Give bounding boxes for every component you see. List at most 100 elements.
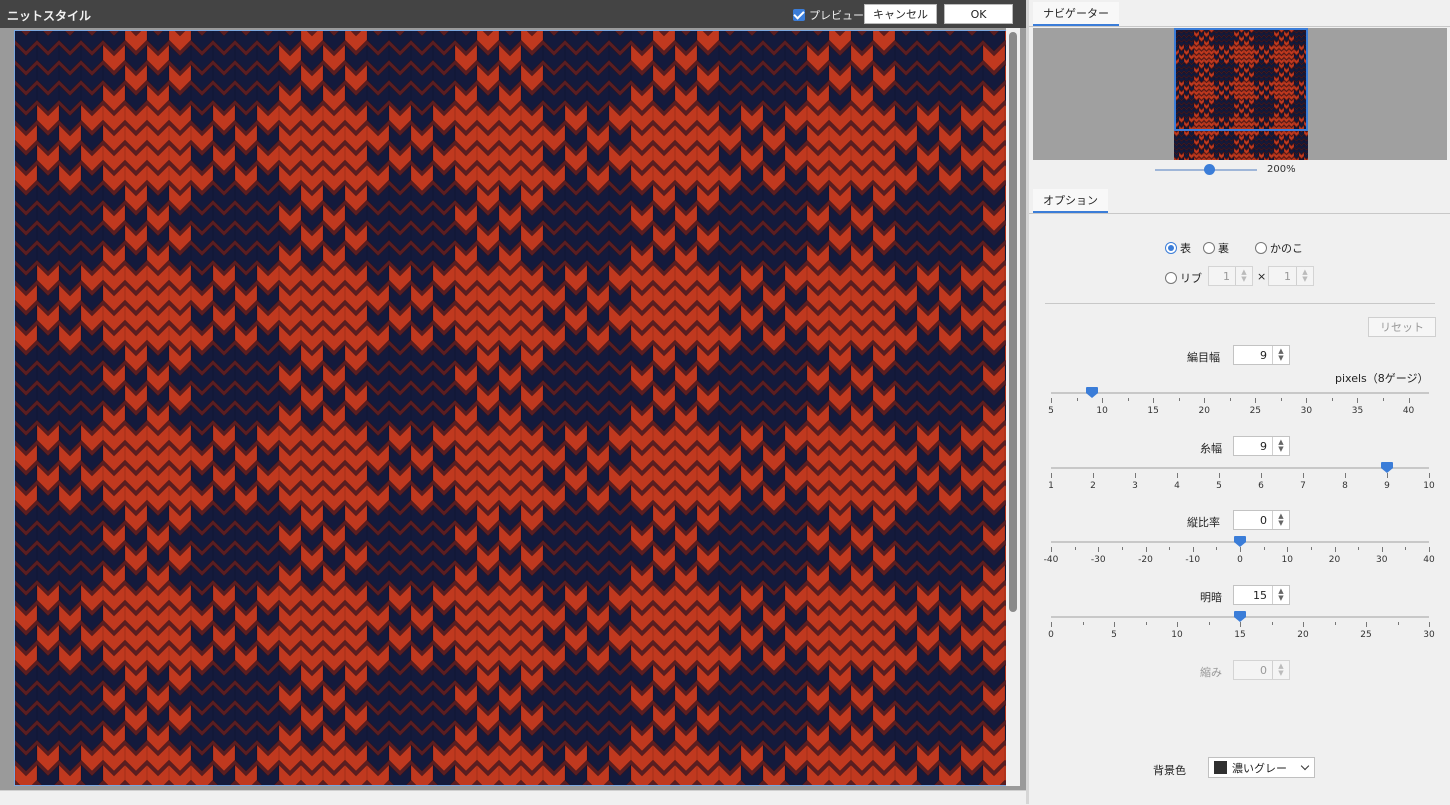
brightness-slider[interactable]: 0 5 10 15 20 25 30 xyxy=(1048,611,1435,647)
slider-tick xyxy=(1429,473,1430,478)
slider-minor-tick xyxy=(1074,547,1076,550)
preview-checkbox[interactable]: プレビュー xyxy=(793,7,864,23)
vertical-scrollbar[interactable] xyxy=(1006,28,1020,786)
slider-tick-label: 40 xyxy=(1402,406,1415,416)
slider-tick-label: -10 xyxy=(1185,555,1201,565)
slider-tick-label: 8 xyxy=(1342,481,1348,491)
radio-face-label: 表 xyxy=(1180,242,1191,255)
slider-tick xyxy=(1334,547,1336,552)
checkbox-checked-icon[interactable] xyxy=(793,9,805,21)
slider-tick-label: 3 xyxy=(1132,481,1138,491)
radio-rib[interactable]: リブ xyxy=(1165,270,1202,286)
aspect-ratio-slider[interactable]: -40 -30 -20 -10 0 10 20 30 40 xyxy=(1044,536,1435,572)
scrollbar-thumb[interactable] xyxy=(1009,32,1017,612)
title-bar: ニットスタイル プレビュー キャンセル OK xyxy=(0,0,1026,28)
slider-tick xyxy=(1345,473,1346,478)
slider-tick-label: 30 xyxy=(1300,406,1313,416)
slider-tick xyxy=(1240,622,1241,627)
slider-tick xyxy=(1051,398,1052,403)
slider-minor-tick xyxy=(1358,547,1360,550)
slider-tick xyxy=(1303,622,1304,627)
spinner-arrows-icon[interactable]: ▲ ▼ xyxy=(1272,437,1289,455)
navigator-preview[interactable] xyxy=(1033,28,1447,160)
slider-track[interactable] xyxy=(1051,467,1429,469)
cancel-button[interactable]: キャンセル xyxy=(864,4,937,24)
slider-thumb[interactable] xyxy=(1234,536,1246,547)
radio-face[interactable]: 表 xyxy=(1165,240,1191,256)
radio-unselected-icon[interactable] xyxy=(1255,242,1267,254)
slider-tick xyxy=(1177,473,1178,478)
slider-tick-label: 5 xyxy=(1216,481,1222,491)
slider-minor-tick xyxy=(1263,547,1265,550)
slider-tick xyxy=(1177,622,1178,627)
slider-tick xyxy=(1093,473,1094,478)
slider-minor-tick xyxy=(1121,547,1123,550)
separator xyxy=(1045,303,1435,304)
stitch-width-stepper[interactable]: 9 ▲ ▼ xyxy=(1233,345,1290,365)
zoom-row: 200% xyxy=(1029,160,1450,180)
window-title: ニットスタイル xyxy=(7,9,92,23)
slider-tick-label: -30 xyxy=(1090,555,1106,565)
radio-unselected-icon[interactable] xyxy=(1203,242,1215,254)
radio-unselected-icon[interactable] xyxy=(1165,272,1177,284)
slider-tick-label: 0 xyxy=(1237,555,1243,565)
slider-tick-label: 4 xyxy=(1174,481,1180,491)
spinner-arrows-icon[interactable]: ▲ ▼ xyxy=(1272,661,1289,679)
stitch-width-value: 9 xyxy=(1260,348,1267,362)
slider-minor-tick xyxy=(1127,398,1129,401)
shrink-stepper[interactable]: 0 ▲ ▼ xyxy=(1233,660,1290,680)
spinner-arrows-icon[interactable]: ▲ ▼ xyxy=(1235,267,1252,285)
slider-thumb[interactable] xyxy=(1381,462,1393,473)
stitch-width-slider[interactable]: 5 10 15 20 25 30 35 40 xyxy=(1048,387,1429,423)
reset-button[interactable]: リセット xyxy=(1368,317,1436,337)
slider-minor-tick xyxy=(1216,547,1218,550)
spinner-arrows-icon[interactable]: ▲ ▼ xyxy=(1272,511,1289,529)
slider-tick xyxy=(1051,547,1052,552)
radio-kanoko[interactable]: かのこ xyxy=(1255,240,1303,256)
rib-a-value: 1 xyxy=(1223,269,1230,283)
spinner-arrows-icon[interactable]: ▲ ▼ xyxy=(1272,346,1289,364)
slider-minor-tick xyxy=(1331,398,1333,401)
background-color-select[interactable]: 濃いグレー xyxy=(1208,757,1315,778)
slider-tick xyxy=(1153,398,1155,403)
brightness-value: 15 xyxy=(1253,588,1267,602)
slider-tick-label: 15 xyxy=(1147,406,1159,416)
slider-tick xyxy=(1287,547,1289,552)
slider-tick-label: 20 xyxy=(1297,630,1309,640)
slider-thumb[interactable] xyxy=(1234,611,1246,622)
tab-navigator[interactable]: ナビゲーター xyxy=(1033,2,1119,26)
slider-tick-label: 15 xyxy=(1234,630,1246,640)
slider-tick-label: 40 xyxy=(1423,555,1435,565)
ok-button[interactable]: OK xyxy=(944,4,1013,24)
slider-minor-tick xyxy=(1178,398,1180,401)
zoom-slider-handle[interactable] xyxy=(1204,164,1215,175)
rib-a-stepper[interactable]: 1 ▲ ▼ xyxy=(1208,266,1253,286)
brightness-stepper[interactable]: 15 ▲ ▼ xyxy=(1233,585,1290,605)
spinner-arrows-icon[interactable]: ▲ ▼ xyxy=(1272,586,1289,604)
slider-minor-tick xyxy=(1229,398,1231,401)
knit-preview-canvas[interactable] xyxy=(14,30,1020,786)
tab-options[interactable]: オプション xyxy=(1033,189,1108,213)
slider-tick-label: 5 xyxy=(1111,630,1117,640)
radio-selected-icon[interactable] xyxy=(1165,242,1177,254)
slider-track[interactable] xyxy=(1051,392,1429,394)
slider-tick-label: 2 xyxy=(1090,481,1096,491)
slider-minor-tick xyxy=(1405,547,1407,550)
spinner-arrows-icon[interactable]: ▲ ▼ xyxy=(1296,267,1313,285)
slider-tick-label: 10 xyxy=(1096,406,1108,416)
stitch-width-label: 編目幅 xyxy=(1187,351,1220,364)
aspect-ratio-stepper[interactable]: 0 ▲ ▼ xyxy=(1233,510,1290,530)
slider-minor-tick xyxy=(1397,622,1399,625)
rib-b-stepper[interactable]: 1 ▲ ▼ xyxy=(1268,266,1314,286)
slider-tick xyxy=(1098,547,1100,552)
yarn-width-slider[interactable]: 1 2 3 4 5 6 7 8 9 10 xyxy=(1048,462,1435,498)
yarn-width-label: 糸幅 xyxy=(1200,442,1222,455)
radio-back[interactable]: 裏 xyxy=(1203,240,1229,256)
slider-tick-label: 5 xyxy=(1048,406,1054,416)
slider-minor-tick xyxy=(1076,398,1078,401)
slider-tick xyxy=(1408,398,1410,403)
slider-thumb[interactable] xyxy=(1085,387,1098,398)
right-panel: ナビゲーター 200% オプション 表 裏 かのこ リブ 1 ▲ ▼ × 1 ▲ ▼… xyxy=(1029,0,1450,804)
yarn-width-stepper[interactable]: 9 ▲ ▼ xyxy=(1233,436,1290,456)
slider-tick xyxy=(1306,398,1308,403)
